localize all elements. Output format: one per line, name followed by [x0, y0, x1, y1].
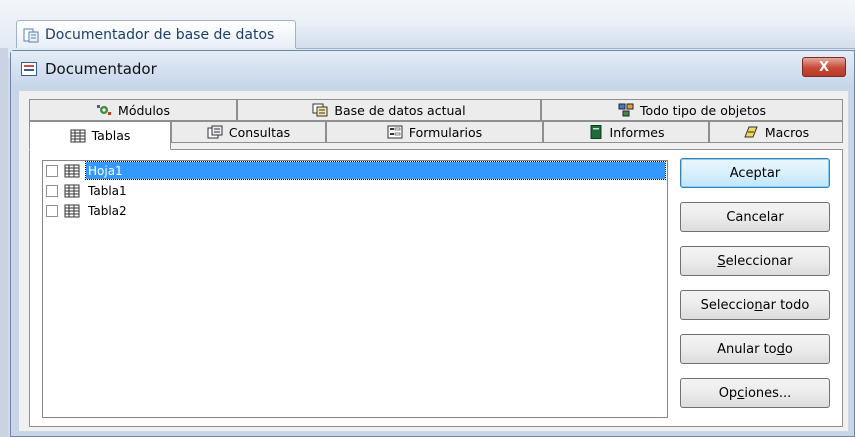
report-icon — [588, 125, 604, 139]
list-item[interactable]: Tabla1 — [43, 181, 667, 201]
objects-list[interactable]: Hoja1 Tabla1 Tabla2 — [42, 160, 668, 418]
tab-informes[interactable]: Informes — [543, 121, 709, 143]
close-icon: X — [818, 59, 830, 75]
object-name: Tabla1 — [88, 184, 127, 198]
deselect-all-label: Anular todo — [717, 341, 793, 357]
options-label: Opciones... — [718, 385, 792, 401]
select-label: Seleccionar — [717, 253, 793, 269]
accept-label: Aceptar — [729, 165, 781, 181]
tab-label: Informes — [609, 124, 665, 140]
object-checkbox[interactable] — [46, 165, 58, 177]
navigation-pane-edge — [0, 48, 8, 437]
cancel-label: Cancelar — [726, 209, 784, 225]
cancel-button[interactable]: Cancelar — [680, 202, 830, 232]
modules-icon — [96, 103, 112, 117]
table-icon — [70, 129, 86, 143]
tab-label: Formularios — [408, 124, 483, 140]
table-icon — [64, 204, 80, 218]
object-checkbox[interactable] — [46, 205, 58, 217]
object-checkbox[interactable] — [46, 185, 58, 197]
close-button[interactable]: X — [802, 57, 846, 77]
documenter-icon — [23, 28, 39, 42]
object-name: Hoja1 — [85, 161, 666, 180]
select-button[interactable]: Seleccionar — [680, 246, 830, 276]
deselect-all-button[interactable]: Anular todo — [680, 334, 830, 364]
tab-label: Macros — [764, 124, 810, 140]
list-item[interactable]: Tabla2 — [43, 201, 667, 221]
dialog-body: Módulos Base de datos actual Todo tipo d… — [19, 91, 848, 431]
tab-label: Tablas — [91, 128, 131, 143]
tab-label: Todo tipo de objetos — [639, 102, 767, 118]
macro-icon — [743, 125, 759, 139]
tab-consultas[interactable]: Consultas — [171, 121, 326, 143]
tab-base-de-datos-actual[interactable]: Base de datos actual — [237, 99, 541, 121]
document-tab-strip — [296, 26, 855, 49]
accept-button[interactable]: Aceptar — [680, 158, 830, 188]
tab-panel-tablas: Hoja1 Tabla1 Tabla2 Aceptar Cancelar Sel… — [29, 149, 843, 427]
tab-label: Consultas — [228, 124, 291, 140]
select-all-label: Seleccionar todo — [700, 297, 810, 313]
dialog-title: Documentador — [45, 60, 157, 78]
select-all-button[interactable]: Seleccionar todo — [680, 290, 830, 320]
database-icon — [312, 103, 328, 117]
document-tab[interactable]: Documentador de base de datos — [16, 20, 296, 48]
tab-modulos[interactable]: Módulos — [29, 99, 237, 121]
all-objects-icon — [618, 103, 634, 117]
list-item[interactable]: Hoja1 — [43, 161, 667, 181]
tab-formularios[interactable]: Formularios — [326, 121, 543, 143]
tab-tablas[interactable]: Tablas — [29, 121, 171, 150]
document-tab-title: Documentador de base de datos — [45, 26, 275, 43]
tab-macros[interactable]: Macros — [709, 121, 843, 143]
documenter-dialog: Documentador X Módulos Base de datos act… — [10, 50, 855, 437]
dialog-titlebar[interactable]: Documentador X — [11, 51, 854, 87]
table-icon — [64, 184, 80, 198]
tab-label: Módulos — [118, 102, 170, 118]
object-name: Tabla2 — [88, 204, 127, 218]
tab-todo-tipo-de-objetos[interactable]: Todo tipo de objetos — [541, 99, 843, 121]
tab-label: Base de datos actual — [334, 102, 466, 118]
options-button[interactable]: Opciones... — [680, 378, 830, 408]
dialog-form-icon — [21, 62, 37, 76]
table-icon — [64, 164, 80, 178]
form-icon — [387, 125, 403, 139]
query-icon — [207, 125, 223, 139]
